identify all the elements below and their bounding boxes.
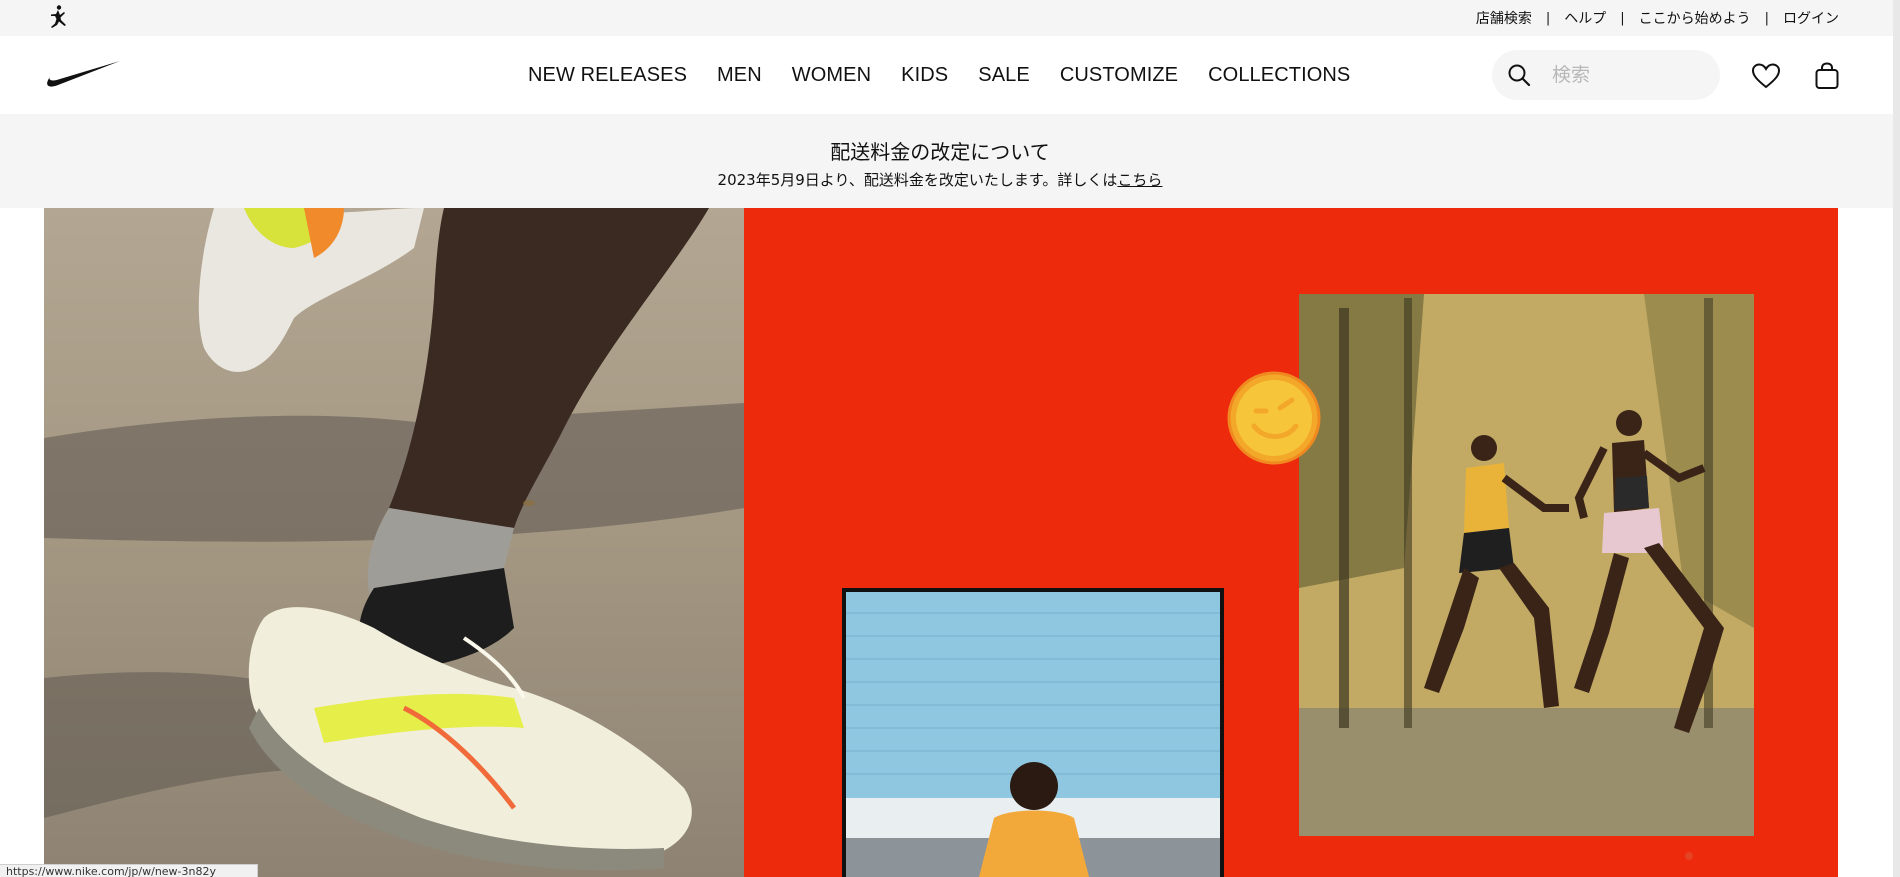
- login-link[interactable]: ログイン: [1783, 8, 1839, 28]
- page-scrollbar[interactable]: [1893, 0, 1900, 877]
- announcement-body: 2023年5月9日より、配送料金を改定いたします。詳しくはこちら: [0, 169, 1880, 190]
- status-bar-url: https://www.nike.com/jp/w/new-3n82y: [0, 864, 258, 877]
- nav-item-kids[interactable]: KIDS: [901, 64, 948, 87]
- announcement-link[interactable]: こちら: [1117, 171, 1162, 189]
- hero-banner[interactable]: [44, 208, 1838, 877]
- separator: |: [1764, 10, 1769, 26]
- separator: |: [1545, 10, 1551, 26]
- announcement-text: 2023年5月9日より、配送料金を改定いたします。詳しくは: [717, 171, 1118, 189]
- nike-swoosh-icon[interactable]: [42, 59, 120, 89]
- two-runners-photo: [1299, 294, 1754, 836]
- nav-item-men[interactable]: MEN: [717, 64, 762, 87]
- utility-links: 店舗検索 | ヘルプ | ここから始めよう | ログイン: [1476, 0, 1839, 36]
- promo-panel[interactable]: [744, 208, 1838, 877]
- nav-item-women[interactable]: WOMEN: [792, 64, 871, 87]
- jordan-jumpman-icon[interactable]: [44, 4, 72, 32]
- utility-bar: 店舗検索 | ヘルプ | ここから始めよう | ログイン: [0, 0, 1900, 36]
- join-link[interactable]: ここから始めよう: [1639, 8, 1751, 28]
- announcement-title: 配送料金の改定について: [830, 140, 1050, 164]
- nav-item-sale[interactable]: SALE: [978, 64, 1030, 87]
- help-link[interactable]: ヘルプ: [1564, 8, 1606, 28]
- store-locator-link[interactable]: 店舗検索: [1476, 8, 1532, 28]
- nav-links: NEW RELEASES MEN WOMEN KIDS SALE CUSTOMI…: [528, 36, 1380, 114]
- main-nav: NEW RELEASES MEN WOMEN KIDS SALE CUSTOMI…: [0, 36, 1900, 114]
- seated-runner-photo: [842, 588, 1224, 877]
- promo-artwork: [842, 294, 1754, 877]
- nav-item-new-releases[interactable]: NEW RELEASES: [528, 64, 687, 87]
- shopping-bag-icon[interactable]: [1812, 60, 1842, 92]
- nav-item-collections[interactable]: COLLECTIONS: [1208, 64, 1350, 87]
- announcement-banner: 配送料金の改定について 2023年5月9日より、配送料金を改定いたします。詳しく…: [0, 114, 1900, 208]
- runner-shoe-photo[interactable]: [44, 208, 744, 877]
- nav-item-customize[interactable]: CUSTOMIZE: [1060, 64, 1178, 87]
- search-box[interactable]: [1492, 50, 1720, 100]
- search-input[interactable]: [1552, 60, 1702, 90]
- winking-smiley-icon: [1227, 371, 1321, 465]
- search-icon[interactable]: [1506, 62, 1532, 88]
- separator: |: [1620, 10, 1625, 26]
- heart-icon[interactable]: [1750, 60, 1782, 92]
